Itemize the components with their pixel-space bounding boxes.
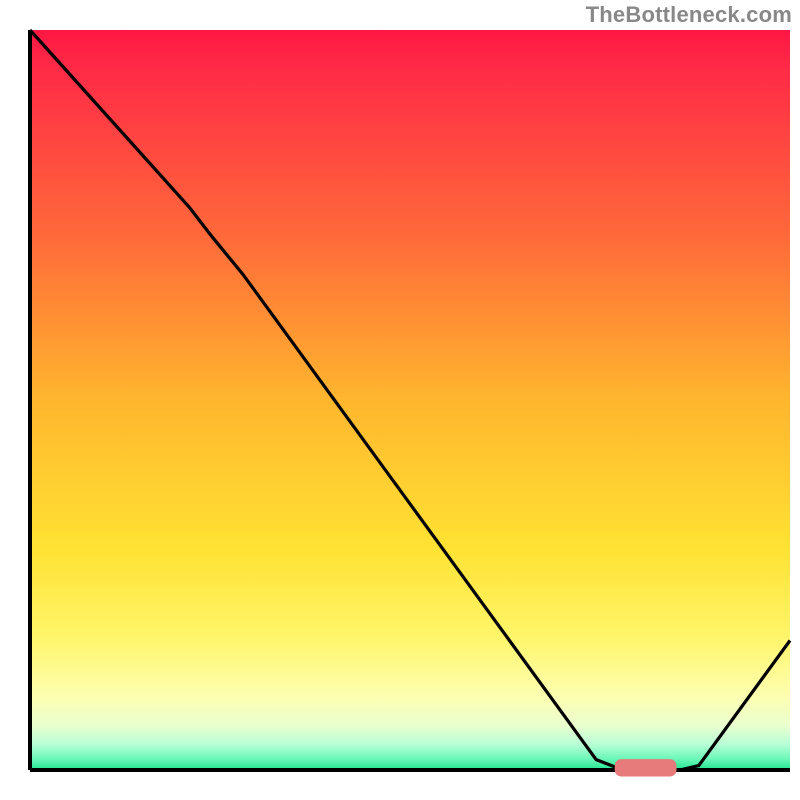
optimal-marker [615, 760, 676, 776]
plot-background [30, 30, 790, 770]
chart-container: TheBottleneck.com [0, 0, 800, 800]
bottleneck-chart [0, 0, 800, 800]
